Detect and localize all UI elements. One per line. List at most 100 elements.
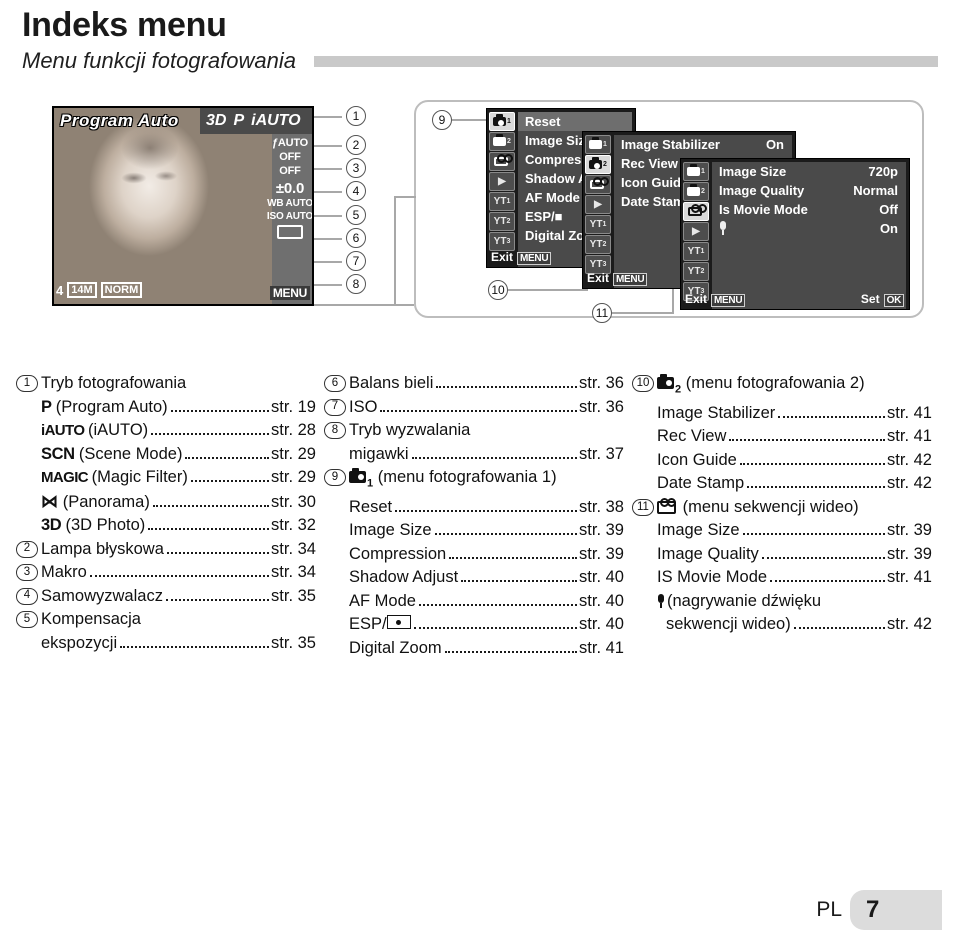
entry-page: str. 32 — [271, 516, 316, 534]
index-entry[interactable]: 5 Kompensacja — [16, 608, 316, 632]
panel1-tab-movie[interactable] — [489, 152, 515, 171]
panel3-row-image-size[interactable]: Image Size 720p — [712, 162, 906, 181]
index-entry[interactable]: MAGIC (Magic Filter) str. 29 — [16, 466, 316, 490]
panel2-tab-camera-2[interactable]: 2 — [585, 155, 611, 174]
panel2-row-image-stabilizer-label: Image Stabilizer — [621, 137, 720, 152]
panel1-tab-playback[interactable]: ▶ — [489, 172, 515, 191]
index-entry[interactable]: Date Stamp str. 42 — [632, 472, 932, 496]
index-entry[interactable]: ekspozycji str. 35 — [16, 632, 316, 656]
panel1-exit-key: MENU — [517, 252, 552, 265]
panel3-exit[interactable]: Exit MENU — [685, 292, 746, 307]
callout-10: 10 — [488, 280, 508, 300]
index-entry[interactable]: 10 2 (menu fotografowania 2) — [632, 372, 932, 402]
panel3-row-image-quality[interactable]: Image Quality Normal — [712, 181, 906, 200]
panel3-tabs[interactable]: 1 2 ▶ YT 1 YT 2 YT 3 — [681, 159, 711, 309]
entry-page: str. 42 — [887, 474, 932, 493]
panel3-row-sound[interactable]: On — [712, 219, 906, 238]
camera-lcd-preview: Program Auto 3D P iAUTO ƒAUTO OFF OFF ±0… — [52, 106, 314, 306]
panel3-tab-playback[interactable]: ▶ — [683, 222, 709, 241]
index-entry[interactable]: Reset str. 38 — [324, 496, 624, 520]
lcd-mode-tabs[interactable]: 3D P iAUTO — [200, 108, 312, 134]
entry-number: 3 — [16, 564, 38, 581]
panel2-tab-setup-2[interactable]: YT 2 — [585, 235, 611, 254]
index-entry[interactable]: migawki str. 37 — [324, 443, 624, 467]
panel3-exit-label: Exit — [685, 292, 708, 306]
index-entry[interactable]: 1 Tryb fotografowania — [16, 372, 316, 396]
index-entry[interactable]: 3 Makro str. 34 — [16, 561, 316, 585]
leader-dots — [170, 409, 270, 412]
panel1-tab-setup-1[interactable]: YT 1 — [489, 192, 515, 211]
leader-dots — [411, 456, 578, 459]
panel2-tab-movie[interactable] — [585, 175, 611, 194]
index-entry[interactable]: Image Quality str. 39 — [632, 543, 932, 567]
index-entry[interactable]: 9 1 (menu fotografowania 1) — [324, 466, 624, 496]
index-entry[interactable]: Image Size str. 39 — [324, 519, 624, 543]
lcd-mode-tab-p[interactable]: P — [233, 112, 244, 130]
leader-dots — [190, 480, 270, 482]
entry-label: Date Stamp — [657, 474, 745, 493]
entry-number: 1 — [16, 375, 38, 392]
panel2-tab-playback[interactable]: ▶ — [585, 195, 611, 214]
subtitle-row: Menu funkcji fotografowania — [22, 46, 938, 76]
panel3-tab-movie[interactable] — [683, 202, 709, 221]
panel-movie-menu[interactable]: 1 2 ▶ YT 1 YT 2 YT 3 Image Size 720p Image … — [680, 158, 910, 310]
entry-label: (iAUTO) — [87, 421, 149, 439]
index-entry[interactable]: 2 Lampa błyskowa str. 34 — [16, 538, 316, 562]
panel2-exit[interactable]: Exit MENU — [587, 271, 648, 286]
index-entry[interactable]: 4 Samowyzwalacz str. 35 — [16, 585, 316, 609]
index-entry[interactable]: P (Program Auto) str. 19 — [16, 396, 316, 420]
index-entry[interactable]: Shadow Adjust str. 40 — [324, 566, 624, 590]
panel3-set[interactable]: Set OK — [861, 292, 904, 307]
index-entry[interactable]: Rec View str. 41 — [632, 425, 932, 449]
panel2-tabs[interactable]: 1 2 ▶ YT 1 YT 2 YT 3 — [583, 132, 613, 288]
panel1-tab-camera-1[interactable]: 1 — [489, 112, 515, 131]
index-entry[interactable]: 8 Tryb wyzwalania — [324, 419, 624, 443]
entry-label: Samowyzwalacz — [41, 586, 163, 605]
panel1-row-reset[interactable]: Reset — [518, 112, 632, 131]
lcd-mode-tab-iauto[interactable]: iAUTO — [251, 112, 300, 130]
panel2-tab-setup-1[interactable]: YT 1 — [585, 215, 611, 234]
movie-menu-icon — [657, 496, 683, 520]
index-entry[interactable]: 11 (menu sekwencji wideo) — [632, 496, 932, 520]
index-entry[interactable]: ⋈ (Panorama) str. 30 — [16, 490, 316, 515]
lcd-menu-button-hint[interactable]: MENU — [269, 286, 310, 300]
index-entry[interactable]: IS Movie Mode str. 41 — [632, 566, 932, 590]
index-entry[interactable]: Digital Zoom str. 41 — [324, 637, 624, 661]
entry-page: str. 30 — [271, 492, 316, 511]
index-entry[interactable]: iAUTO (iAUTO) str. 28 — [16, 419, 316, 443]
index-entry[interactable]: ESP/ str. 40 — [324, 613, 624, 637]
lcd-mode-tab-3d[interactable]: 3D — [206, 112, 226, 130]
panel3-footer: Exit MENU Set OK — [681, 289, 909, 309]
index-entry[interactable]: SCN (Scene Mode) str. 29 — [16, 443, 316, 467]
panel2-row-image-stabilizer[interactable]: Image Stabilizer On — [614, 135, 792, 154]
lcd-quality-chip: NORM — [100, 282, 143, 298]
index-entry[interactable]: 7 ISO str. 36 — [324, 396, 624, 420]
panel1-tab-setup-2[interactable]: YT 2 — [489, 212, 515, 231]
panel3-tab-setup-1[interactable]: YT 1 — [683, 242, 709, 261]
index-entry[interactable]: Image Size str. 39 — [632, 519, 932, 543]
callout-1: 1 — [346, 106, 366, 126]
panel1-tabs[interactable]: 1 2 ▶ YT 1 YT 2 YT 3 — [487, 109, 517, 267]
entry-label: Compression — [349, 544, 447, 563]
panel1-tab-camera-2[interactable]: 2 — [489, 132, 515, 151]
page-title: Indeks menu — [22, 6, 227, 44]
index-entry[interactable]: Icon Guide str. 42 — [632, 449, 932, 473]
mode-magic-icon: MAGIC — [41, 469, 92, 486]
leader-dots — [151, 433, 270, 435]
index-entry[interactable]: 6 Balans bieli str. 36 — [324, 372, 624, 396]
index-entry[interactable]: sekwencji wideo) str. 42 — [632, 613, 932, 637]
index-entry[interactable]: (nagrywanie dźwięku — [632, 590, 932, 614]
index-entry[interactable]: Compression str. 39 — [324, 543, 624, 567]
entry-label: (menu fotografowania 2) — [685, 374, 865, 392]
mode-scn-icon: SCN — [41, 444, 79, 463]
panel3-row-is-movie-mode[interactable]: Is Movie Mode Off — [712, 200, 906, 219]
panel3-tab-setup-2[interactable]: YT 2 — [683, 262, 709, 281]
panel3-tab-camera-2[interactable]: 2 — [683, 182, 709, 201]
index-entry[interactable]: Image Stabilizer str. 41 — [632, 402, 932, 426]
leader-dots — [793, 627, 886, 630]
panel1-exit[interactable]: Exit MENU — [491, 250, 552, 265]
panel3-tab-camera-1[interactable]: 1 — [683, 162, 709, 181]
index-entry[interactable]: AF Mode str. 40 — [324, 590, 624, 614]
panel2-tab-camera-1[interactable]: 1 — [585, 135, 611, 154]
index-entry[interactable]: 3D (3D Photo) str. 32 — [16, 514, 316, 538]
